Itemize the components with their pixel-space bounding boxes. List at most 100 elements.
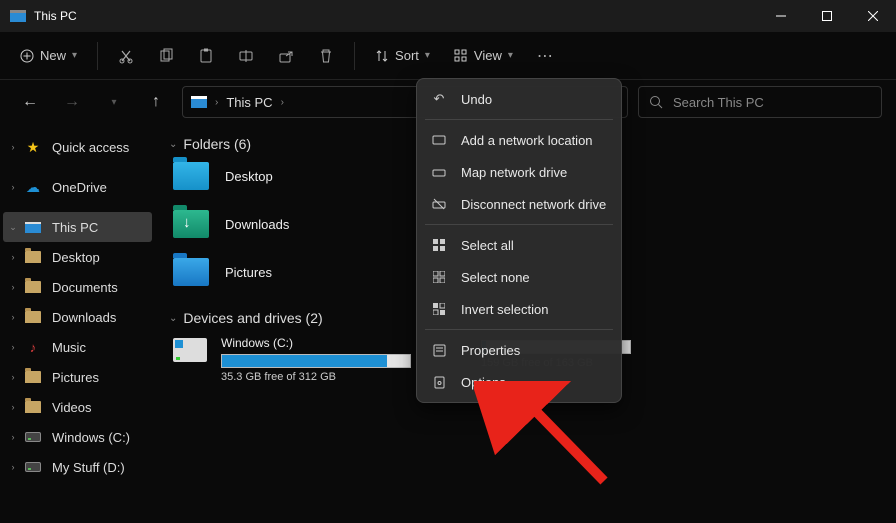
- chevron-right-icon[interactable]: ›: [6, 142, 20, 152]
- ctx-map-network-drive[interactable]: Map network drive: [421, 156, 617, 188]
- sidebar-item-drive-c[interactable]: ›Windows (C:): [0, 422, 155, 452]
- sidebar-item-label: Pictures: [52, 370, 99, 385]
- drive-icon: [25, 462, 41, 472]
- ctx-label: Disconnect network drive: [461, 197, 606, 212]
- chevron-down-icon: ▾: [508, 50, 513, 61]
- sidebar-item-onedrive[interactable]: › ☁ OneDrive: [0, 172, 155, 202]
- drive-name: Windows (C:): [221, 336, 411, 350]
- folder-icon: [25, 281, 41, 293]
- folder-icon: [173, 258, 209, 286]
- ctx-select-all[interactable]: Select all: [421, 229, 617, 261]
- chevron-right-icon[interactable]: ›: [6, 312, 20, 322]
- more-button[interactable]: ⋯: [527, 38, 563, 74]
- pc-icon: [191, 96, 207, 108]
- separator: [425, 119, 613, 120]
- plus-circle-icon: [20, 49, 34, 63]
- folder-label: Desktop: [225, 169, 273, 184]
- sort-label: Sort: [395, 48, 419, 63]
- ctx-invert-selection[interactable]: Invert selection: [421, 293, 617, 325]
- sidebar-item-documents[interactable]: › Documents: [0, 272, 155, 302]
- sidebar: › ★ Quick access › ☁ OneDrive ⌄ This PC …: [0, 124, 155, 523]
- ctx-label: Add a network location: [461, 133, 593, 148]
- drive-item-c[interactable]: Windows (C:) 35.3 GB free of 312 GB: [173, 336, 411, 383]
- ctx-label: Undo: [461, 92, 492, 107]
- ctx-label: Options: [461, 375, 506, 390]
- sidebar-item-label: OneDrive: [52, 180, 107, 195]
- ctx-options[interactable]: Options: [421, 366, 617, 398]
- search-box[interactable]: Search This PC: [638, 86, 882, 118]
- sidebar-item-downloads[interactable]: ›Downloads: [0, 302, 155, 332]
- context-menu: ↶Undo Add a network location Map network…: [416, 78, 622, 403]
- chevron-right-icon[interactable]: ›: [6, 402, 20, 412]
- sidebar-item-label: Documents: [52, 280, 118, 295]
- folder-icon: [25, 311, 41, 323]
- chevron-right-icon[interactable]: ›: [6, 342, 20, 352]
- sidebar-item-label: Videos: [52, 400, 92, 415]
- invert-icon: [431, 301, 447, 317]
- view-label: View: [474, 48, 502, 63]
- star-icon: ★: [24, 139, 42, 155]
- chevron-down-icon: ⌄: [169, 139, 177, 150]
- ctx-disconnect-network-drive[interactable]: Disconnect network drive: [421, 188, 617, 220]
- network-drive-icon: [431, 164, 447, 180]
- up-button[interactable]: ↑: [140, 86, 172, 118]
- drives-header-label: Devices and drives (2): [183, 310, 322, 326]
- ctx-undo[interactable]: ↶Undo: [421, 83, 617, 115]
- folder-label: Pictures: [225, 265, 272, 280]
- delete-button[interactable]: [308, 38, 344, 74]
- chevron-right-icon[interactable]: ›: [6, 462, 20, 472]
- paste-button[interactable]: [188, 38, 224, 74]
- chevron-right-icon[interactable]: ›: [6, 252, 20, 262]
- ctx-label: Map network drive: [461, 165, 567, 180]
- cut-button[interactable]: [108, 38, 144, 74]
- sidebar-item-label: This PC: [52, 220, 98, 235]
- drive-icon: [173, 338, 207, 362]
- close-button[interactable]: [850, 0, 896, 32]
- back-button[interactable]: ←: [14, 86, 46, 118]
- sort-icon: [375, 49, 389, 63]
- drive-free-text: 35.3 GB free of 312 GB: [221, 371, 411, 383]
- sidebar-item-videos[interactable]: › Videos: [0, 392, 155, 422]
- ctx-label: Select all: [461, 238, 514, 253]
- sidebar-item-music[interactable]: ›♪Music: [0, 332, 155, 362]
- sidebar-item-label: Quick access: [52, 140, 129, 155]
- titlebar: This PC: [0, 0, 896, 32]
- chevron-right-icon[interactable]: ›: [6, 432, 20, 442]
- chevron-down-icon: ⌄: [169, 313, 177, 324]
- chevron-down-icon[interactable]: ⌄: [6, 222, 20, 233]
- chevron-right-icon[interactable]: ›: [6, 182, 20, 192]
- sort-button[interactable]: Sort ▾: [365, 42, 440, 69]
- sidebar-item-drive-d[interactable]: ›My Stuff (D:): [0, 452, 155, 482]
- view-icon: [454, 49, 468, 63]
- chevron-right-icon[interactable]: ›: [6, 372, 20, 382]
- sidebar-item-pictures[interactable]: › Pictures: [0, 362, 155, 392]
- ctx-add-network-location[interactable]: Add a network location: [421, 124, 617, 156]
- sidebar-item-this-pc[interactable]: ⌄ This PC: [3, 212, 152, 242]
- sidebar-item-quick-access[interactable]: › ★ Quick access: [0, 132, 155, 162]
- ctx-select-none[interactable]: Select none: [421, 261, 617, 293]
- drive-usage-bar: [221, 354, 411, 368]
- separator: [425, 224, 613, 225]
- forward-button[interactable]: →: [56, 86, 88, 118]
- music-icon: ♪: [24, 339, 42, 355]
- chevron-right-icon[interactable]: ›: [6, 282, 20, 292]
- window-title: This PC: [34, 9, 77, 23]
- folder-icon: ↓: [173, 210, 209, 238]
- location-text: This PC: [226, 95, 272, 110]
- separator: [425, 329, 613, 330]
- new-label: New: [40, 48, 66, 63]
- maximize-button[interactable]: [804, 0, 850, 32]
- copy-button[interactable]: [148, 38, 184, 74]
- sidebar-item-desktop[interactable]: ›Desktop: [0, 242, 155, 272]
- share-button[interactable]: [268, 38, 304, 74]
- network-location-icon: [431, 132, 447, 148]
- pc-icon: [10, 10, 26, 22]
- view-button[interactable]: View ▾: [444, 42, 523, 69]
- new-button[interactable]: New ▾: [10, 42, 87, 69]
- recent-chevron[interactable]: ▾: [98, 86, 130, 118]
- properties-icon: [431, 342, 447, 358]
- dots-icon: ⋯: [537, 46, 553, 66]
- rename-button[interactable]: [228, 38, 264, 74]
- minimize-button[interactable]: [758, 0, 804, 32]
- ctx-properties[interactable]: Properties: [421, 334, 617, 366]
